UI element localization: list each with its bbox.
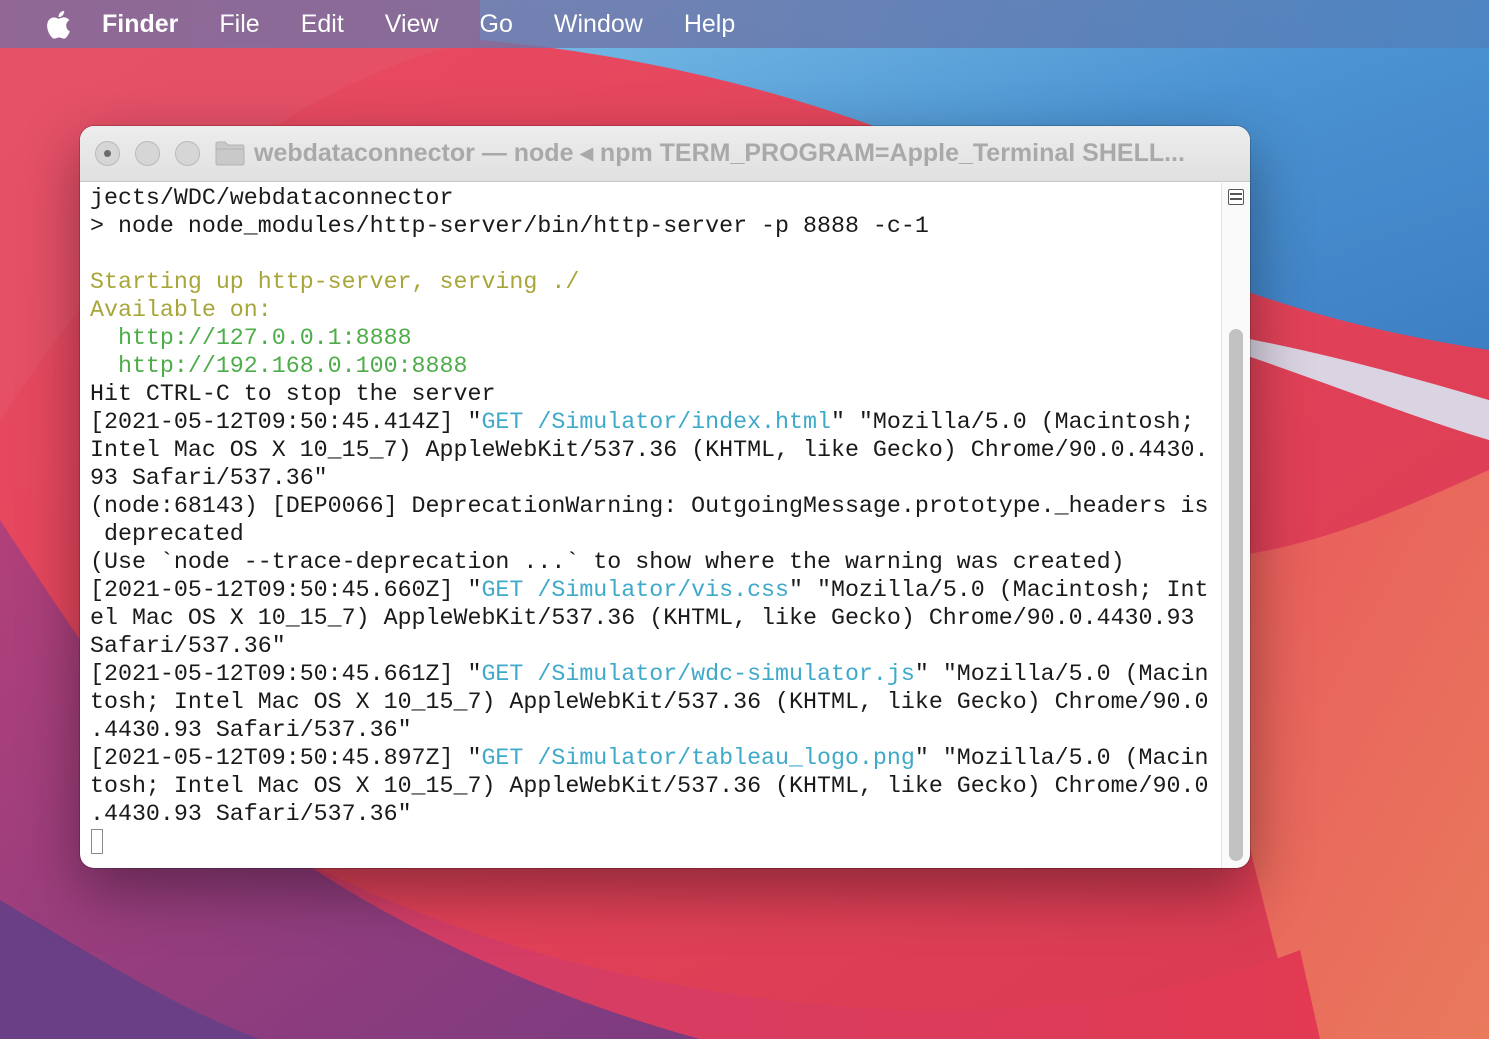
terminal-text: GET /Simulator/index.html <box>481 409 831 435</box>
terminal-text: el Mac OS X 10_15_7) AppleWebKit/537.36 … <box>90 605 1195 631</box>
terminal-line: Hit CTRL-C to stop the server <box>90 380 1220 408</box>
terminal-line: [2021-05-12T09:50:45.660Z] "GET /Simulat… <box>90 576 1220 604</box>
terminal-text: deprecated <box>90 521 244 547</box>
terminal-line: 93 Safari/537.36" <box>90 464 1220 492</box>
terminal-text: tosh; Intel Mac OS X 10_15_7) AppleWebKi… <box>90 689 1209 715</box>
terminal-text: [2021-05-12T09:50:45.414Z] " <box>90 409 482 435</box>
terminal-line: Available on: <box>90 296 1220 324</box>
terminal-text: GET /Simulator/vis.css <box>481 577 790 603</box>
terminal-text: (node:68143) [DEP0066] DeprecationWarnin… <box>90 493 1209 519</box>
terminal-text: 93 Safari/537.36" <box>90 465 328 491</box>
zoom-button[interactable] <box>175 141 200 166</box>
menu-help[interactable]: Help <box>684 10 735 39</box>
terminal-window: webdataconnector — node ◂ npm TERM_PROGR… <box>80 126 1250 868</box>
terminal-line: (Use `node --trace-deprecation ...` to s… <box>90 548 1220 576</box>
menu-window[interactable]: Window <box>554 10 643 39</box>
terminal-text: .4430.93 Safari/537.36" <box>90 717 412 743</box>
terminal-text: jects/WDC/webdataconnector <box>90 185 454 211</box>
terminal-line: > node node_modules/http-server/bin/http… <box>90 212 1220 240</box>
terminal-text: > node node_modules/http-server/bin/http… <box>90 213 929 239</box>
terminal-text: .4430.93 Safari/537.36" <box>90 801 412 827</box>
terminal-text: Available on: <box>90 297 272 323</box>
terminal-text: Safari/537.36" <box>90 633 286 659</box>
split-pane-icon[interactable] <box>1228 189 1244 205</box>
terminal-line: (node:68143) [DEP0066] DeprecationWarnin… <box>90 492 1220 520</box>
terminal-output[interactable]: jects/WDC/webdataconnector > node node_mo… <box>90 184 1220 864</box>
menu-app-name[interactable]: Finder <box>102 10 178 39</box>
terminal-text: [2021-05-12T09:50:45.897Z] " <box>90 745 482 771</box>
desktop: Finder File Edit View Go Window Help web… <box>0 0 1489 1039</box>
terminal-text: " "Mozilla/5.0 (Macin <box>914 661 1209 687</box>
menu-go[interactable]: Go <box>480 10 513 39</box>
terminal-line: tosh; Intel Mac OS X 10_15_7) AppleWebKi… <box>90 772 1220 800</box>
menu-view[interactable]: View <box>385 10 439 39</box>
terminal-prompt-line <box>90 828 1220 856</box>
minimize-button[interactable] <box>135 141 160 166</box>
folder-icon <box>215 139 245 167</box>
window-title: webdataconnector — node ◂ npm TERM_PROGR… <box>254 139 1185 167</box>
terminal-line: [2021-05-12T09:50:45.414Z] "GET /Simulat… <box>90 408 1220 436</box>
apple-logo-icon[interactable] <box>42 7 72 41</box>
terminal-line: Safari/537.36" <box>90 632 1220 660</box>
terminal-text: " "Mozilla/5.0 (Macintosh; <box>830 409 1195 435</box>
terminal-text: [2021-05-12T09:50:45.660Z] " <box>90 577 482 603</box>
terminal-text: Intel Mac OS X 10_15_7) AppleWebKit/537.… <box>90 437 1209 463</box>
terminal-line: .4430.93 Safari/537.36" <box>90 800 1220 828</box>
terminal-text: [2021-05-12T09:50:45.661Z] " <box>90 661 482 687</box>
menu-edit[interactable]: Edit <box>301 10 344 39</box>
scroll-thumb[interactable] <box>1229 329 1243 861</box>
terminal-text: http://127.0.0.1:8888 <box>90 325 412 351</box>
terminal-line: [2021-05-12T09:50:45.661Z] "GET /Simulat… <box>90 660 1220 688</box>
terminal-text: " "Mozilla/5.0 (Macin <box>914 745 1209 771</box>
terminal-line: http://127.0.0.1:8888 <box>90 324 1220 352</box>
terminal-line: http://192.168.0.100:8888 <box>90 352 1220 380</box>
title-bar[interactable]: webdataconnector — node ◂ npm TERM_PROGR… <box>80 126 1250 182</box>
terminal-line: [2021-05-12T09:50:45.897Z] "GET /Simulat… <box>90 744 1220 772</box>
close-button[interactable] <box>95 141 120 166</box>
terminal-line: .4430.93 Safari/537.36" <box>90 716 1220 744</box>
terminal-text: http://192.168.0.100:8888 <box>90 353 468 379</box>
terminal-text: " "Mozilla/5.0 (Macintosh; Int <box>789 577 1209 603</box>
terminal-text: (Use `node --trace-deprecation ...` to s… <box>90 549 1125 575</box>
terminal-text: GET /Simulator/wdc-simulator.js <box>481 661 915 687</box>
terminal-line: el Mac OS X 10_15_7) AppleWebKit/537.36 … <box>90 604 1220 632</box>
scrollbar[interactable] <box>1221 183 1250 868</box>
menu-bar: Finder File Edit View Go Window Help <box>0 0 1489 48</box>
terminal-line: deprecated <box>90 520 1220 548</box>
terminal-line: tosh; Intel Mac OS X 10_15_7) AppleWebKi… <box>90 688 1220 716</box>
terminal-line: Intel Mac OS X 10_15_7) AppleWebKit/537.… <box>90 436 1220 464</box>
terminal-text: Starting up http-server, serving ./ <box>90 269 580 295</box>
terminal-cursor[interactable] <box>91 829 103 854</box>
terminal-text: GET /Simulator/tableau_logo.png <box>481 745 915 771</box>
menu-file[interactable]: File <box>219 10 259 39</box>
terminal-line: Starting up http-server, serving ./ <box>90 268 1220 296</box>
terminal-text: tosh; Intel Mac OS X 10_15_7) AppleWebKi… <box>90 773 1209 799</box>
terminal-line: jects/WDC/webdataconnector <box>90 184 1220 212</box>
terminal-text: Hit CTRL-C to stop the server <box>90 381 496 407</box>
